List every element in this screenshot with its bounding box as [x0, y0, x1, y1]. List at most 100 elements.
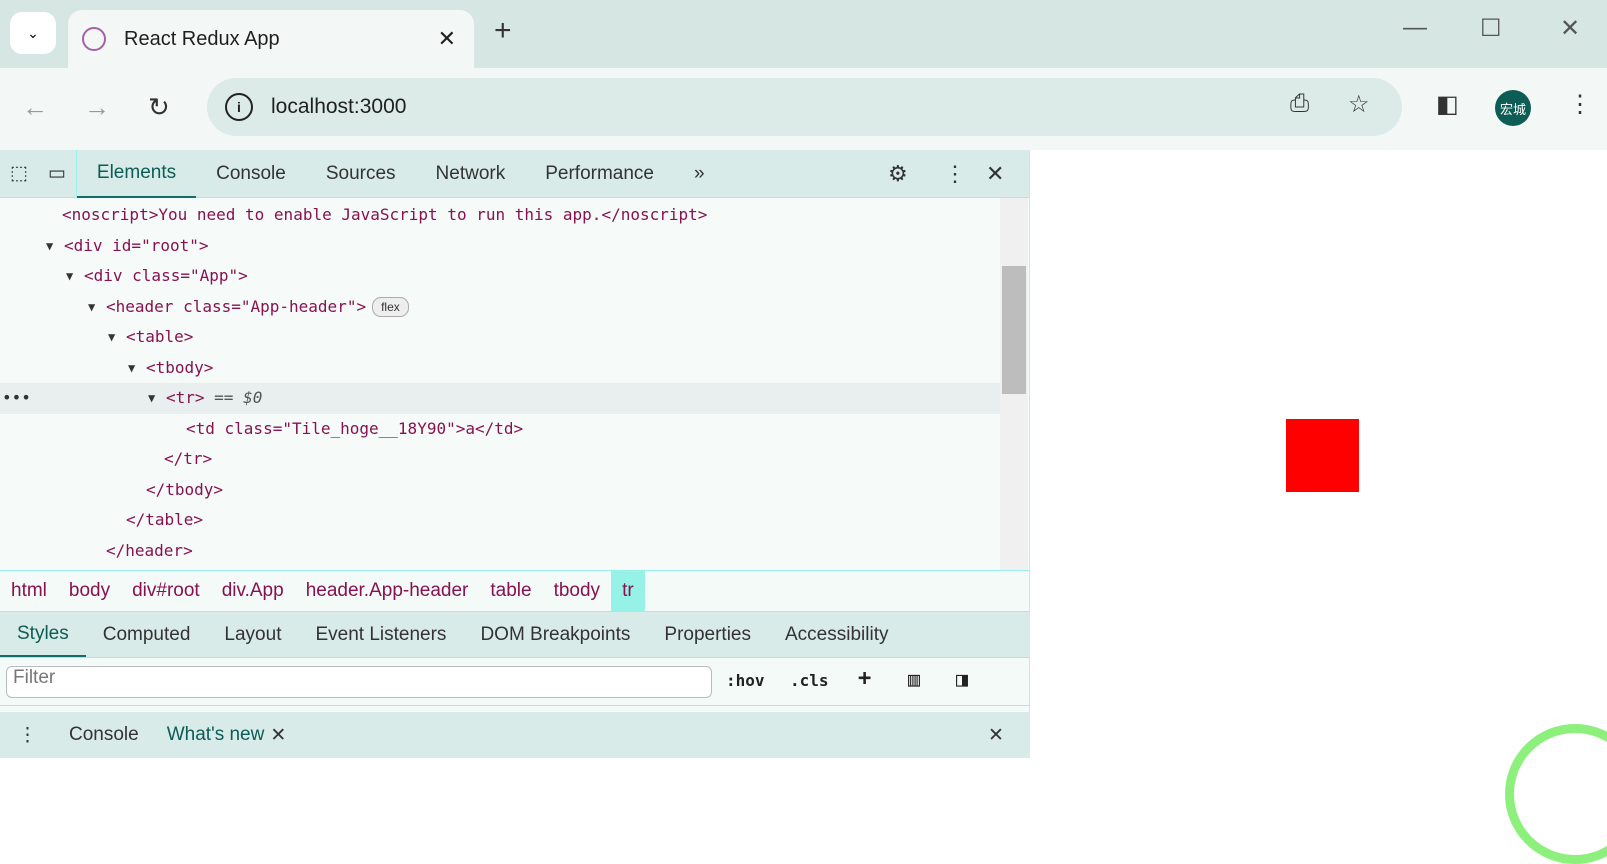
paint-brush-icon[interactable]: ▥ — [908, 667, 920, 691]
avatar[interactable]: 宏城 — [1495, 90, 1531, 126]
crumb-body[interactable]: body — [58, 570, 121, 612]
close-window-button[interactable]: ✕ — [1560, 14, 1580, 43]
dom-node-text: <tr> — [166, 388, 205, 407]
tab-title: React Redux App — [124, 27, 280, 50]
elements-tree: <noscript>You need to enable JavaScript … — [0, 198, 1000, 570]
drawer-tab-whats-new[interactable]: What's new — [153, 724, 271, 746]
expand-triangle-icon[interactable]: ▼ — [128, 353, 146, 384]
drawer-menu-icon[interactable]: ⋮ — [0, 724, 55, 747]
minimize-button[interactable]: — — [1403, 14, 1427, 42]
tab-console[interactable]: Console — [196, 150, 306, 198]
dom-node-line[interactable]: ▼ <div id="root"> — [0, 231, 1000, 262]
close-whats-new-icon[interactable]: ✕ — [270, 724, 286, 747]
tab-sources[interactable]: Sources — [306, 150, 416, 198]
toggle-sidebar-icon[interactable]: ◨ — [956, 667, 968, 691]
hov-button[interactable]: :hov — [726, 671, 765, 690]
dom-node-text: <noscript>You need to enable JavaScript … — [62, 205, 708, 224]
filter-input[interactable]: Filter — [6, 666, 712, 698]
crumb-tbody[interactable]: tbody — [543, 570, 611, 612]
site-info-icon[interactable]: i — [225, 93, 253, 121]
bookmark-star-icon[interactable]: ☆ — [1348, 90, 1370, 119]
tab-network[interactable]: Network — [416, 150, 526, 198]
side-panel-icon[interactable]: ◧ — [1436, 90, 1459, 119]
close-drawer-icon[interactable]: ✕ — [988, 724, 1004, 747]
selected-node-marker: == $0 — [204, 388, 263, 407]
dom-node-text: </header> — [106, 540, 193, 560]
crumb-header[interactable]: header.App-header — [295, 570, 480, 612]
dom-node-line[interactable]: <noscript>You need to enable JavaScript … — [0, 200, 1000, 231]
new-tab-button[interactable]: + — [494, 14, 512, 48]
back-button[interactable]: ← — [22, 92, 48, 123]
install-app-icon[interactable]: ⎙ — [1290, 90, 1309, 118]
dom-node-text: <td class="Tile_hoge__18Y90">a</td> — [186, 418, 524, 438]
dom-node-text: </table> — [126, 510, 204, 529]
device-toolbar-icon[interactable]: ▭ — [38, 149, 77, 198]
dom-node-line[interactable]: </tr> — [0, 444, 1000, 475]
reload-button[interactable]: ↻ — [148, 92, 170, 123]
scrollbar-thumb[interactable] — [1002, 266, 1026, 394]
address-bar[interactable]: i localhost:3000 — [207, 78, 1402, 136]
dom-node-text: <table> — [126, 327, 194, 346]
dom-node-line[interactable]: </header> — [0, 536, 1000, 567]
tab-dom-breakpoints[interactable]: DOM Breakpoints — [463, 612, 647, 657]
green-arc-decoration — [1505, 724, 1607, 864]
expand-triangle-icon[interactable]: ▼ — [88, 292, 106, 323]
expand-triangle-icon[interactable]: ▼ — [66, 261, 84, 292]
dom-node-line[interactable]: <td class="Tile_hoge__18Y90">a</td> — [0, 414, 1000, 445]
flex-badge[interactable]: flex — [372, 296, 409, 317]
crumb-table[interactable]: table — [479, 570, 542, 612]
dom-node-text: <header class="App-header"> — [106, 296, 367, 316]
dom-node-text: </tr> — [164, 449, 213, 468]
dom-node-text: <div class="App"> — [84, 266, 248, 285]
styles-tabbar: Styles Computed Layout Event Listeners D… — [0, 612, 1030, 658]
crumb-div-app[interactable]: div.App — [211, 570, 295, 612]
tab-strip: ⌄ React Redux App ✕ + — ☐ ✕ — [0, 0, 1607, 68]
expand-triangle-icon[interactable]: ▼ — [148, 383, 166, 414]
devtools-panel: ⬚ ▭ Elements Console Sources Network Per… — [0, 149, 1030, 758]
more-tabs-icon[interactable]: » — [674, 150, 725, 198]
new-rule-icon[interactable]: + — [858, 666, 871, 691]
react-logo-icon — [82, 27, 106, 51]
drawer-tabbar: ⋮ Console What's new ✕ ✕ — [0, 712, 1030, 758]
dom-node-line[interactable]: </tbody> — [0, 475, 1000, 506]
crumb-html[interactable]: html — [0, 570, 58, 612]
dom-node-text: </tbody> — [146, 479, 224, 499]
elements-scrollbar[interactable] — [1000, 198, 1028, 570]
dom-node-line[interactable]: ▼ <div class="App"> — [0, 261, 1000, 292]
dom-node-line[interactable]: ▼ <table> — [0, 322, 1000, 353]
expand-triangle-icon[interactable]: ▼ — [46, 231, 64, 262]
expand-triangle-icon[interactable]: ▼ — [108, 322, 126, 353]
dom-node-text: <div id="root"> — [64, 235, 209, 255]
tab-elements[interactable]: Elements — [76, 150, 197, 198]
devtools-tabbar: ⬚ ▭ Elements Console Sources Network Per… — [0, 149, 1029, 198]
dom-node-line[interactable]: ▼ <tbody> — [0, 353, 1000, 384]
menu-icon[interactable]: ⋮ — [1568, 90, 1592, 119]
dom-node-line[interactable]: </table> — [0, 505, 1000, 536]
more-options-icon[interactable]: ⋮ — [944, 161, 966, 187]
close-tab-icon[interactable]: ✕ — [438, 26, 456, 52]
browser-toolbar: ← → ↻ i localhost:3000 ⎙ ☆ ◧ 宏城 ⋮ — [0, 68, 1607, 150]
more-actions-icon[interactable]: ••• — [2, 383, 31, 414]
tab-styles[interactable]: Styles — [0, 612, 86, 657]
crumb-tr[interactable]: tr — [611, 570, 645, 612]
tab-properties[interactable]: Properties — [647, 612, 768, 657]
tab-search-button[interactable]: ⌄ — [10, 12, 56, 54]
crumb-div-root[interactable]: div#root — [121, 570, 211, 612]
drawer-tab-console[interactable]: Console — [55, 724, 153, 746]
tab-layout[interactable]: Layout — [207, 612, 298, 657]
tab-performance[interactable]: Performance — [525, 150, 674, 198]
tab-computed[interactable]: Computed — [86, 612, 208, 657]
dom-node-text: <tbody> — [146, 357, 214, 377]
settings-gear-icon[interactable]: ⚙ — [888, 161, 908, 187]
browser-tab[interactable]: React Redux App ✕ — [68, 10, 474, 68]
maximize-button[interactable]: ☐ — [1480, 14, 1502, 43]
dom-node-line-selected[interactable]: ••• ▼ <tr> == $0 — [0, 383, 1000, 414]
tab-event-listeners[interactable]: Event Listeners — [298, 612, 463, 657]
inspect-element-icon[interactable]: ⬚ — [0, 150, 38, 198]
tab-accessibility[interactable]: Accessibility — [768, 612, 905, 657]
forward-button[interactable]: → — [84, 92, 110, 123]
url-text: localhost:3000 — [271, 95, 407, 118]
close-devtools-icon[interactable]: ✕ — [986, 161, 1004, 187]
dom-node-line[interactable]: ▼ <header class="App-header"> flex — [0, 292, 1000, 323]
cls-button[interactable]: .cls — [790, 671, 829, 690]
